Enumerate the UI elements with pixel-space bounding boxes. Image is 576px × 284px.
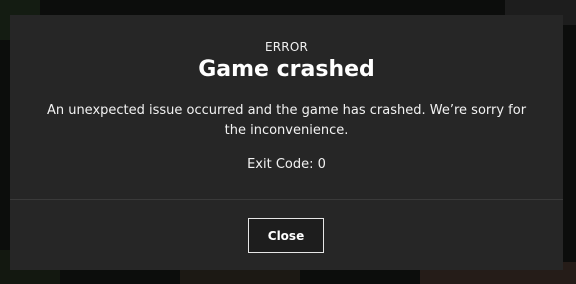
dialog-divider — [10, 199, 563, 200]
crash-dialog: ERROR Game crashed An unexpected issue o… — [10, 15, 563, 270]
exit-code: Exit Code: 0 — [247, 157, 326, 172]
dialog-title: Game crashed — [198, 57, 375, 82]
close-button[interactable]: Close — [248, 218, 324, 253]
dialog-body: ERROR Game crashed An unexpected issue o… — [10, 15, 563, 199]
error-eyebrow: ERROR — [264, 40, 309, 54]
error-message: An unexpected issue occurred and the gam… — [46, 103, 527, 138]
